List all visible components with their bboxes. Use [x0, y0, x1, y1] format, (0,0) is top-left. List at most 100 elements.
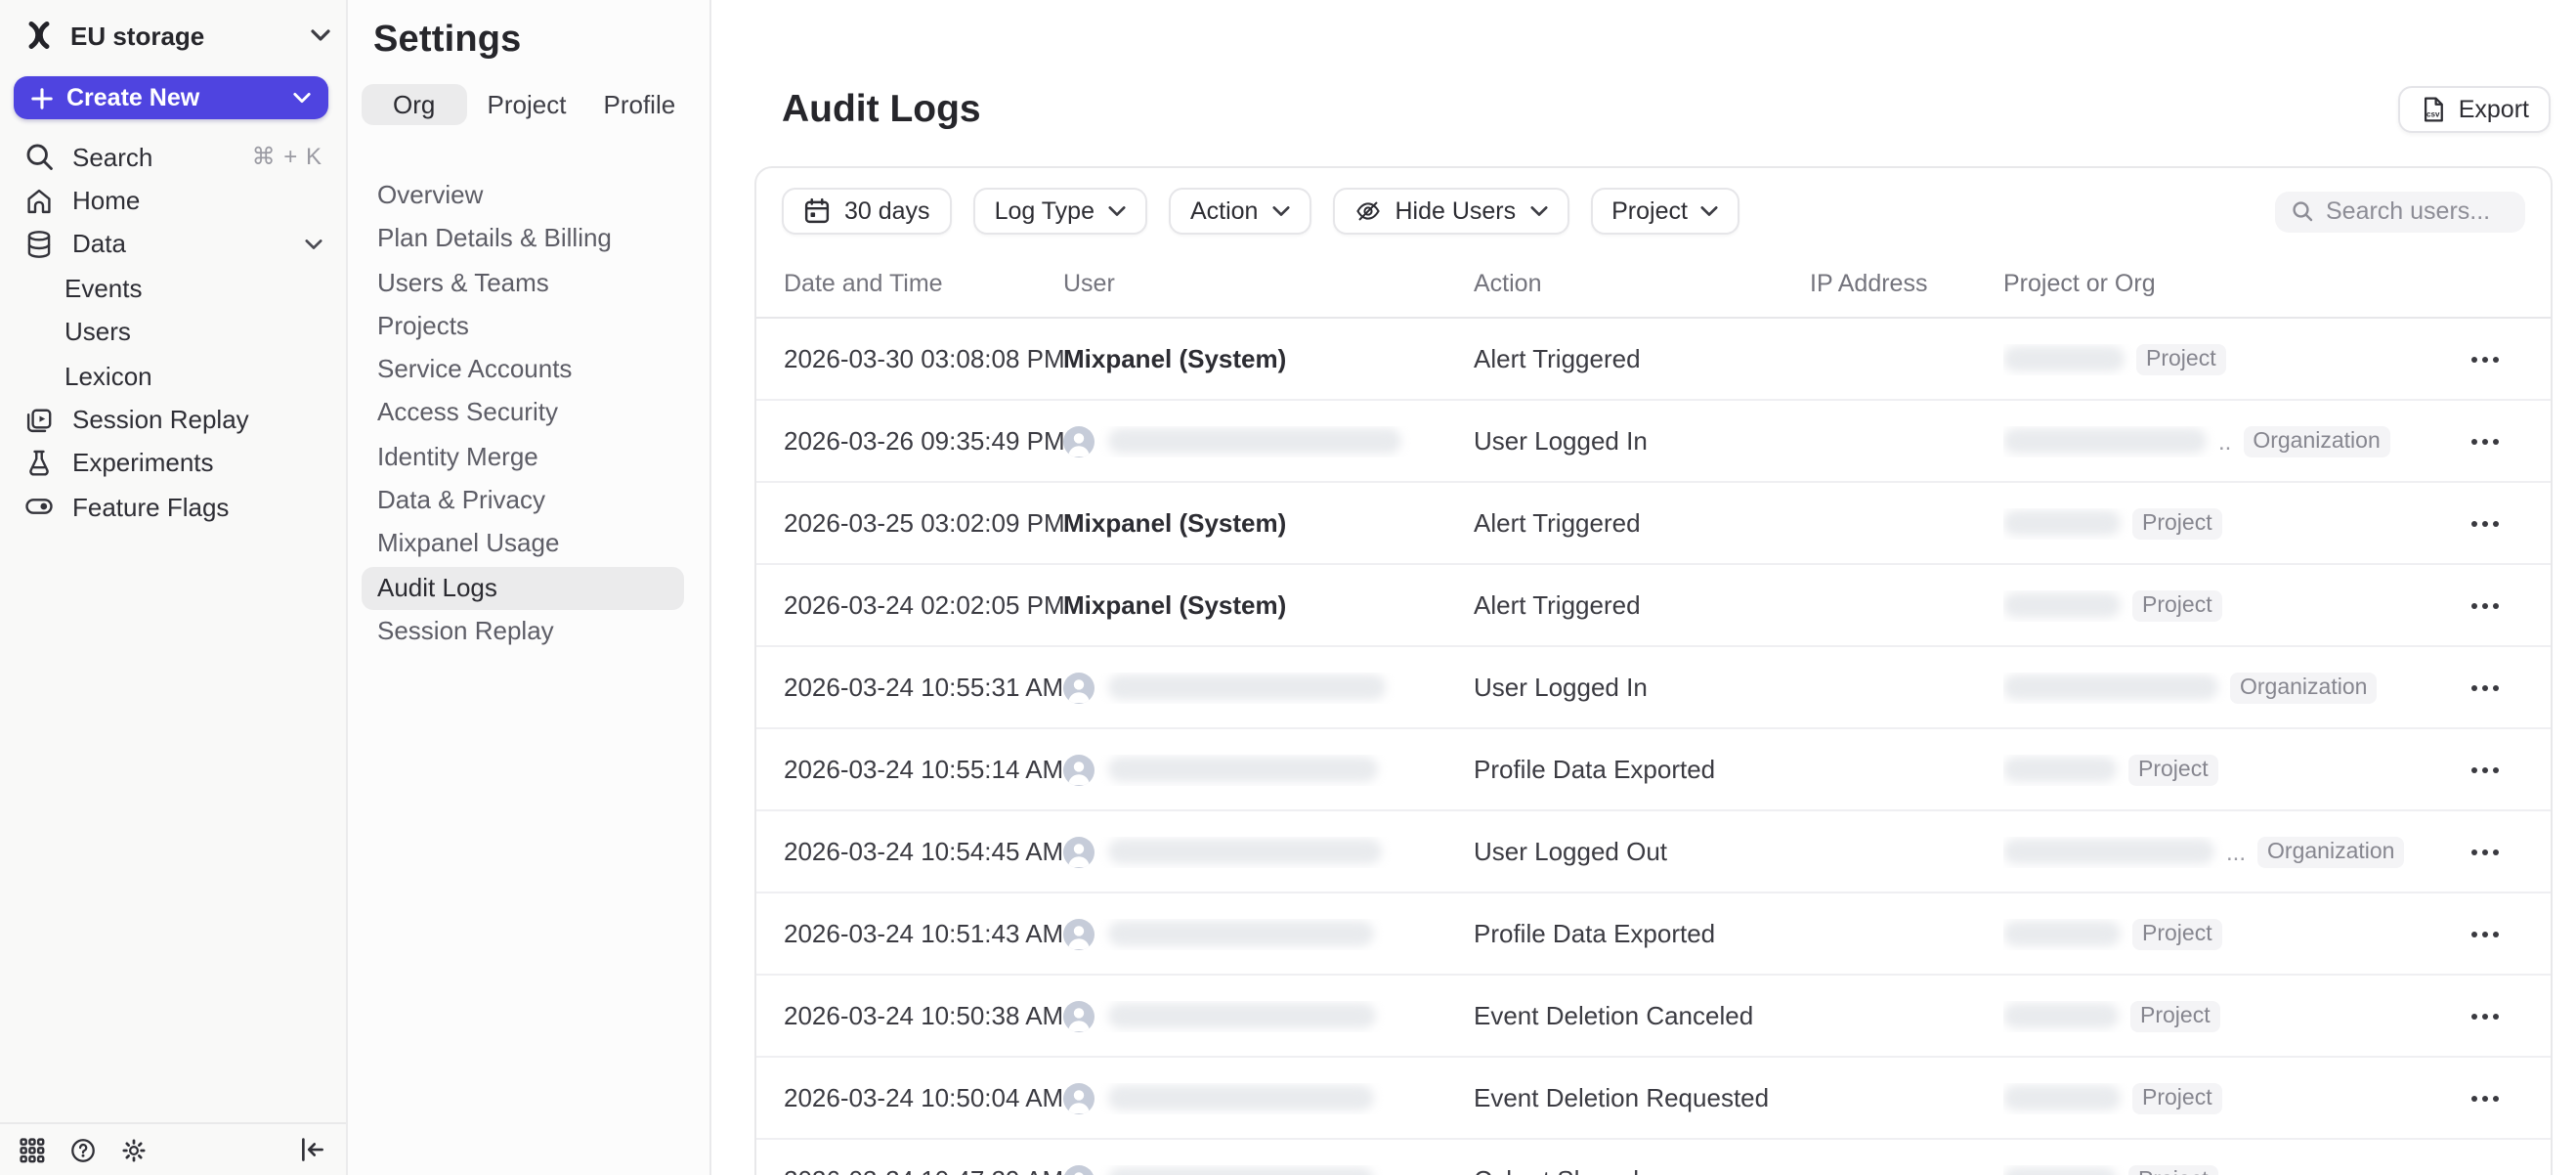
search-users-input[interactable]: [2326, 197, 2510, 225]
user-name: Mixpanel (System): [1063, 590, 1286, 620]
redacted-project-name: [2003, 1085, 2121, 1110]
settings-nav-item-session-replay[interactable]: Session Replay: [362, 610, 684, 654]
scope-badge: Project: [2130, 1000, 2220, 1031]
plus-icon: [31, 87, 53, 109]
tab-project[interactable]: Project: [474, 84, 579, 125]
row-menu-button[interactable]: [2466, 593, 2503, 617]
table-row[interactable]: 2026-03-24 10:51:43 AM PDTProfile Data E…: [756, 893, 2551, 976]
sidebar-item-data[interactable]: Data: [0, 223, 346, 267]
row-menu-button[interactable]: [2466, 429, 2503, 453]
collapse-sidebar-icon[interactable]: [299, 1136, 326, 1163]
cell-user: [1063, 1164, 1474, 1175]
settings-nav-item-users-teams[interactable]: Users & Teams: [362, 261, 684, 305]
cell-date: 2026-03-24 10:51:43 AM PDT: [784, 919, 1063, 948]
settings-tabs: OrgProjectProfile: [362, 84, 692, 125]
table-row[interactable]: 2026-03-24 10:50:38 AM PDTEvent Deletion…: [756, 976, 2551, 1058]
settings-nav-item-overview[interactable]: Overview: [362, 174, 684, 218]
row-menu-button[interactable]: [2466, 840, 2503, 863]
avatar: [1063, 918, 1095, 949]
sidebar-item-home[interactable]: Home: [0, 179, 346, 223]
row-menu-button[interactable]: [2466, 347, 2503, 370]
settings-nav-item-audit-logs[interactable]: Audit Logs: [362, 566, 684, 610]
sidebar-item-lexicon[interactable]: Lexicon: [0, 354, 346, 398]
log-type-filter[interactable]: Log Type: [973, 188, 1147, 235]
cell-project-or-org: ...Organization: [2003, 836, 2445, 867]
table-row[interactable]: 2026-03-30 03:08:08 PM PDTMixpanel (Syst…: [756, 319, 2551, 401]
avatar: [1063, 1000, 1095, 1031]
table-row[interactable]: 2026-03-24 10:54:45 AM PDTUser Logged Ou…: [756, 811, 2551, 893]
redacted-user-email: [1108, 428, 1401, 454]
row-menu-button[interactable]: [2466, 758, 2503, 781]
redacted-user-email: [1108, 1167, 1374, 1175]
gear-icon[interactable]: [121, 1137, 147, 1162]
cell-project-or-org: Project: [2003, 918, 2445, 949]
cell-action: User Logged Out: [1474, 837, 1810, 866]
help-icon[interactable]: [70, 1137, 96, 1162]
settings-nav-item-identity-merge[interactable]: Identity Merge: [362, 436, 684, 480]
row-menu-button[interactable]: [2466, 1168, 2503, 1175]
table-row[interactable]: 2026-03-24 10:55:14 AM PDTProfile Data E…: [756, 729, 2551, 811]
sidebar-item-label: Data: [72, 230, 126, 259]
cell-date: 2026-03-26 09:35:49 PM PDT: [784, 426, 1063, 456]
tab-profile[interactable]: Profile: [587, 84, 692, 125]
table-row[interactable]: 2026-03-24 02:02:05 PM PDTMixpanel (Syst…: [756, 565, 2551, 647]
cell-action: Event Deletion Requested: [1474, 1083, 1810, 1112]
settings-nav-item-mixpanel-usage[interactable]: Mixpanel Usage: [362, 523, 684, 567]
row-menu-button[interactable]: [2466, 675, 2503, 699]
apps-grid-icon[interactable]: [20, 1137, 45, 1162]
sidebar-item-experiments[interactable]: Experiments: [0, 441, 346, 485]
export-button[interactable]: csv Export: [2398, 86, 2551, 133]
row-menu-button[interactable]: [2466, 1004, 2503, 1027]
org-switcher[interactable]: EU storage: [23, 12, 330, 59]
redacted-organization-name: [2003, 675, 2218, 700]
tab-org[interactable]: Org: [362, 84, 466, 125]
cell-project-or-org: Project: [2003, 589, 2445, 621]
row-menu-button[interactable]: [2466, 922, 2503, 945]
sidebar-item-session-replay[interactable]: Session Replay: [0, 398, 346, 442]
cell-date: 2026-03-24 10:50:38 AM PDT: [784, 1001, 1063, 1030]
sidebar-item-users[interactable]: Users: [0, 310, 346, 354]
settings-nav-item-data-privacy[interactable]: Data & Privacy: [362, 479, 684, 523]
avatar: [1063, 754, 1095, 785]
table-row[interactable]: 2026-03-24 10:55:31 AM PDTUser Logged In…: [756, 647, 2551, 729]
sidebar-item-events[interactable]: Events: [0, 266, 346, 310]
cell-menu: [2445, 675, 2523, 699]
cell-menu: [2445, 922, 2523, 945]
redacted-organization-name: [2003, 839, 2214, 864]
cell-menu: [2445, 1168, 2523, 1175]
action-filter[interactable]: Action: [1169, 188, 1311, 235]
redacted-project-name: [2003, 346, 2125, 371]
row-menu-button[interactable]: [2466, 511, 2503, 535]
avatar: [1063, 1164, 1095, 1175]
cell-user: Mixpanel (System): [1063, 344, 1474, 373]
sidebar-item-label: Feature Flags: [72, 493, 229, 522]
search-icon: [2291, 199, 2314, 223]
settings-nav-item-plan-details-billing[interactable]: Plan Details & Billing: [362, 218, 684, 262]
table-row[interactable]: 2026-03-24 10:47:29 AM PDTCohort SharedP…: [756, 1140, 2551, 1175]
settings-nav-item-service-accounts[interactable]: Service Accounts: [362, 348, 684, 392]
project-filter[interactable]: Project: [1590, 188, 1740, 235]
create-new-button[interactable]: Create New: [14, 76, 328, 119]
sidebar-item-feature-flags[interactable]: Feature Flags: [0, 485, 346, 529]
hide-users-filter[interactable]: Hide Users: [1332, 188, 1568, 235]
cell-menu: [2445, 593, 2523, 617]
date-range-filter[interactable]: 30 days: [782, 188, 952, 235]
redacted-project-name: [2003, 921, 2121, 946]
cell-user: Mixpanel (System): [1063, 508, 1474, 538]
table-header: Date and TimeUserActionIP AddressProject…: [756, 248, 2551, 319]
cell-action: Alert Triggered: [1474, 590, 1810, 620]
data-icon: [23, 229, 55, 260]
table-row[interactable]: 2026-03-25 03:02:09 PM PDTMixpanel (Syst…: [756, 483, 2551, 565]
eye-off-icon: [1353, 197, 1381, 225]
row-menu-button[interactable]: [2466, 1086, 2503, 1110]
sidebar-item-search[interactable]: Search⌘ + K: [0, 135, 346, 179]
svg-text:csv: csv: [2426, 109, 2440, 118]
chevron-down-icon: [1108, 205, 1126, 217]
settings-nav-item-projects[interactable]: Projects: [362, 305, 684, 349]
redacted-user-email: [1108, 1003, 1376, 1028]
session-replay-icon: [23, 404, 55, 435]
settings-nav-item-access-security[interactable]: Access Security: [362, 392, 684, 436]
redacted-project-name: [2003, 757, 2117, 782]
table-row[interactable]: 2026-03-26 09:35:49 PM PDTUser Logged In…: [756, 401, 2551, 483]
table-row[interactable]: 2026-03-24 10:50:04 AM PDTEvent Deletion…: [756, 1058, 2551, 1140]
